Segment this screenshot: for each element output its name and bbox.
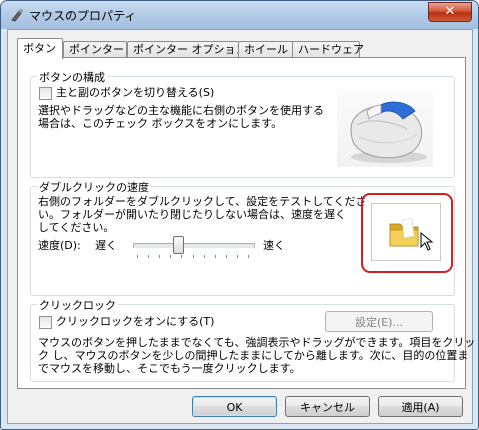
- slider-tick: [226, 255, 227, 258]
- cancel-button[interactable]: キャンセル: [285, 396, 370, 417]
- double-click-description-line2: い。フォルダーが開いたり閉じたりしない場合は、速度を遅く: [38, 208, 346, 221]
- tab-buttons[interactable]: ボタン: [17, 38, 63, 59]
- test-folder-area[interactable]: [371, 203, 441, 261]
- slider-tick: [148, 255, 149, 258]
- slider-tick: [204, 255, 205, 258]
- slider-tick: [181, 255, 182, 258]
- button-config-description-line1: 選択やドラッグなどの主な機能に右側のボタンを使用する: [38, 104, 324, 117]
- slider-tick: [193, 255, 194, 258]
- ok-button[interactable]: OK: [192, 396, 277, 417]
- close-button[interactable]: ✕: [428, 2, 472, 22]
- button-config-description-line2: 場合は、このチェック ボックスをオンにします。: [38, 117, 283, 130]
- tab-pointer-options[interactable]: ポインター オプション: [127, 41, 247, 58]
- slider-tick: [170, 255, 171, 258]
- click-lock-settings-button[interactable]: 設定(E)...: [325, 311, 433, 332]
- double-click-speed-group: ダブルクリックの速度 右側のフォルダーをダブルクリックして、設定をテストしてくだ…: [30, 179, 455, 296]
- button-config-group-label: ボタンの構成: [37, 69, 107, 85]
- window-title: マウスのプロパティ: [29, 9, 137, 23]
- tab-wheel[interactable]: ホイール: [238, 41, 294, 58]
- speed-slow-label: 遅く: [95, 239, 117, 252]
- speed-label: 速度(D):: [38, 239, 81, 252]
- slider-tick: [237, 255, 238, 258]
- slider-track[interactable]: [133, 243, 255, 248]
- swap-buttons-label[interactable]: 主と副のボタンを切り替える(S): [56, 86, 214, 99]
- speed-fast-label: 速く: [263, 239, 285, 252]
- double-click-description-line3: してください。: [38, 221, 115, 234]
- mouse-properties-window: マウスのプロパティ ✕ ボタン ポインター ポインター オプション ホイール ハ…: [0, 0, 479, 430]
- click-lock-checkbox-label[interactable]: クリックロックをオンにする(T): [56, 315, 214, 328]
- double-click-group-label: ダブルクリックの速度: [37, 179, 151, 195]
- double-click-speed-slider[interactable]: [133, 235, 255, 259]
- button-config-group: ボタンの構成 主と副のボタンを切り替える(S) 選択やドラッグなどの主な機能に右…: [30, 69, 455, 178]
- click-lock-description-line1: マウスのボタンを押したままでなくても、強調表示やドラッグができます。項目をクリッ: [38, 336, 476, 349]
- test-area-highlight: [361, 193, 453, 273]
- click-lock-group-label: クリックロック: [37, 297, 118, 313]
- folder-icon[interactable]: [388, 217, 422, 251]
- click-lock-description-line2: ク し、マウスのボタンを少しの間押したままにしてから離します。次に、目的の位置ま: [38, 349, 469, 362]
- slider-tick: [248, 255, 249, 258]
- mouse-cursor-icon: [420, 231, 434, 255]
- slider-tick: [137, 255, 138, 258]
- dialog-client-area: ボタン ポインター ポインター オプション ホイール ハードウェア ボタンの構成…: [7, 29, 475, 424]
- double-click-description-line1: 右側のフォルダーをダブルクリックして、設定をテストしてくださ: [38, 195, 367, 208]
- slider-tick: [215, 255, 216, 258]
- click-lock-group: クリックロック クリックロックをオンにする(T) 設定(E)... マウスのボタ…: [30, 297, 475, 382]
- tab-hardware[interactable]: ハードウェア: [292, 41, 364, 58]
- apply-button[interactable]: 適用(A): [378, 396, 463, 417]
- click-lock-checkbox[interactable]: [39, 316, 52, 329]
- tab-pointers[interactable]: ポインター: [63, 41, 127, 58]
- title-bar[interactable]: マウスのプロパティ ✕: [1, 1, 478, 29]
- close-icon: ✕: [444, 4, 456, 19]
- mouse-illustration: [337, 89, 433, 167]
- slider-tick: [159, 255, 160, 258]
- slider-thumb[interactable]: [173, 236, 184, 254]
- buttons-tab-panel: ボタンの構成 主と副のボタンを切り替える(S) 選択やドラッグなどの主な機能に右…: [17, 57, 475, 389]
- click-lock-description-line3: でマウスを移動し、そこでもう一度クリックします。: [38, 362, 301, 375]
- mouse-icon: [9, 7, 25, 23]
- swap-buttons-checkbox[interactable]: [39, 87, 52, 100]
